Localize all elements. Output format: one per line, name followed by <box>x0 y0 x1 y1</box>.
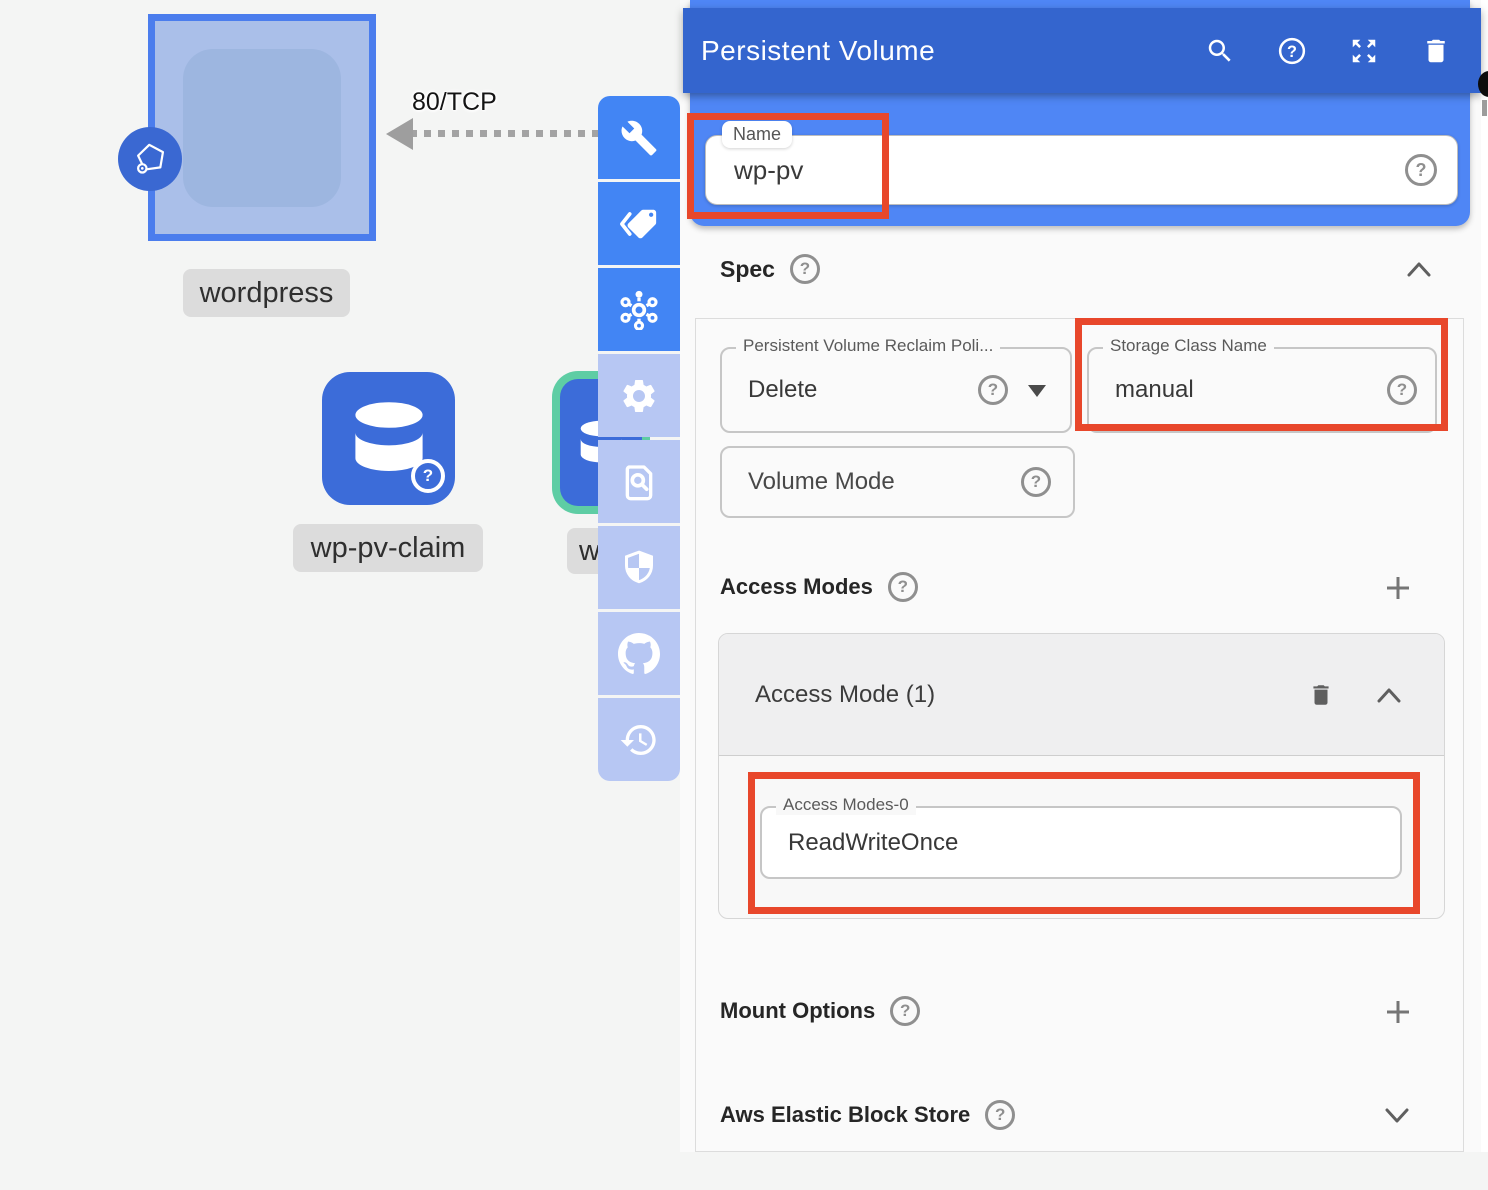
aws-ebs-title: Aws Elastic Block Store <box>720 1102 970 1128</box>
access-mode-group-header[interactable]: Access Mode (1) <box>719 634 1444 756</box>
spec-title: Spec <box>720 256 775 283</box>
wrench-icon <box>620 119 658 157</box>
wp-pv-claim-node[interactable]: ? <box>322 372 455 505</box>
mount-options-help-icon[interactable]: ? <box>890 996 920 1026</box>
delete-access-mode-icon[interactable] <box>1308 682 1334 708</box>
dropdown-caret-icon[interactable] <box>1028 385 1046 397</box>
volume-mode-help-icon[interactable]: ? <box>1021 467 1051 497</box>
fullscreen-icon[interactable] <box>1349 36 1379 66</box>
highlight-box-access-mode <box>748 772 1420 914</box>
pod-pentagon-icon <box>118 127 182 191</box>
question-badge-icon: ? <box>411 459 445 493</box>
access-modes-header: Access Modes ? <box>720 572 918 602</box>
highlight-box-storage-class <box>1075 318 1448 431</box>
question-glyph: ? <box>995 1105 1005 1125</box>
question-glyph: ? <box>423 466 433 486</box>
add-mount-option-icon[interactable] <box>1384 998 1412 1026</box>
reclaim-policy-value: Delete <box>748 376 817 404</box>
wp-pv-claim-node-label: wp-pv-claim <box>293 524 483 572</box>
wordpress-label-text: wordpress <box>200 277 334 310</box>
toolbar-button-shield[interactable] <box>598 526 680 609</box>
reclaim-policy-select[interactable]: Persistent Volume Reclaim Poli... Delete… <box>720 347 1072 433</box>
github-icon <box>618 633 660 675</box>
shield-icon <box>619 548 659 588</box>
aws-ebs-expand-chevron-icon[interactable] <box>1384 1106 1410 1124</box>
aws-ebs-help-icon[interactable]: ? <box>985 1100 1015 1130</box>
add-access-mode-icon[interactable] <box>1384 574 1412 602</box>
access-collapse-chevron-icon[interactable] <box>1376 686 1402 704</box>
toolbar-button-github[interactable] <box>598 612 680 695</box>
question-glyph: ? <box>900 1001 910 1021</box>
toolbar-button-tag[interactable] <box>598 182 680 265</box>
volume-mode-input[interactable]: Volume Mode ? <box>720 446 1075 518</box>
edge-arrowhead-icon <box>386 118 413 150</box>
question-glyph: ? <box>800 259 810 279</box>
wordpress-node-inner <box>183 49 341 207</box>
toolbar-button-hub[interactable] <box>598 268 680 351</box>
toolbar-button-gear[interactable] <box>598 354 680 437</box>
access-modes-help-icon[interactable]: ? <box>888 572 918 602</box>
wp-pv-claim-label-text: wp-pv-claim <box>311 532 466 565</box>
question-glyph: ? <box>988 380 998 400</box>
wordpress-node-label: wordpress <box>183 269 350 317</box>
volume-mode-label: Volume Mode <box>722 468 1021 496</box>
trash-icon[interactable] <box>1421 36 1451 66</box>
panel-scrollbar-track <box>1481 0 1488 1152</box>
spec-help-icon[interactable]: ? <box>790 254 820 284</box>
mount-options-header: Mount Options ? <box>720 996 920 1026</box>
reclaim-policy-label: Persistent Volume Reclaim Poli... <box>736 336 1000 356</box>
panel-header: Persistent Volume ? <box>683 8 1481 93</box>
document-search-icon <box>619 462 659 502</box>
spec-section-header: Spec ? <box>720 254 820 284</box>
toolbar-button-wrench[interactable] <box>598 96 680 179</box>
partial-label-text: w <box>579 535 600 568</box>
access-mode-group-title: Access Mode (1) <box>719 681 1308 709</box>
toolbar-button-doc-search[interactable] <box>598 440 680 523</box>
access-group-icons <box>1308 682 1444 708</box>
hub-icon <box>619 290 659 330</box>
wordpress-node[interactable] <box>148 14 376 241</box>
gear-icon <box>619 376 659 416</box>
question-glyph: ? <box>898 577 908 597</box>
panel-header-icons: ? <box>1205 36 1481 66</box>
edge-dotted-line <box>410 130 600 137</box>
history-icon <box>619 720 659 760</box>
toolbar-button-history[interactable] <box>598 698 680 781</box>
reclaim-policy-help-icon[interactable]: ? <box>978 375 1008 405</box>
panel-title: Persistent Volume <box>683 35 1205 67</box>
tag-icon <box>619 206 659 242</box>
canvas-toolbar <box>598 96 680 781</box>
panel-scrollbar-thumb[interactable] <box>1482 100 1487 116</box>
name-help-icon[interactable]: ? <box>1405 154 1437 186</box>
highlight-box-name <box>687 113 889 219</box>
help-icon[interactable]: ? <box>1277 36 1307 66</box>
question-glyph: ? <box>1416 160 1427 181</box>
access-modes-title: Access Modes <box>720 574 873 600</box>
svg-text:?: ? <box>1287 42 1297 60</box>
aws-ebs-header: Aws Elastic Block Store ? <box>720 1100 1015 1130</box>
mount-options-title: Mount Options <box>720 998 875 1024</box>
edge-port-label: 80/TCP <box>412 88 497 117</box>
search-icon[interactable] <box>1205 36 1235 66</box>
spec-collapse-chevron-icon[interactable] <box>1406 260 1432 278</box>
question-glyph: ? <box>1031 472 1041 492</box>
